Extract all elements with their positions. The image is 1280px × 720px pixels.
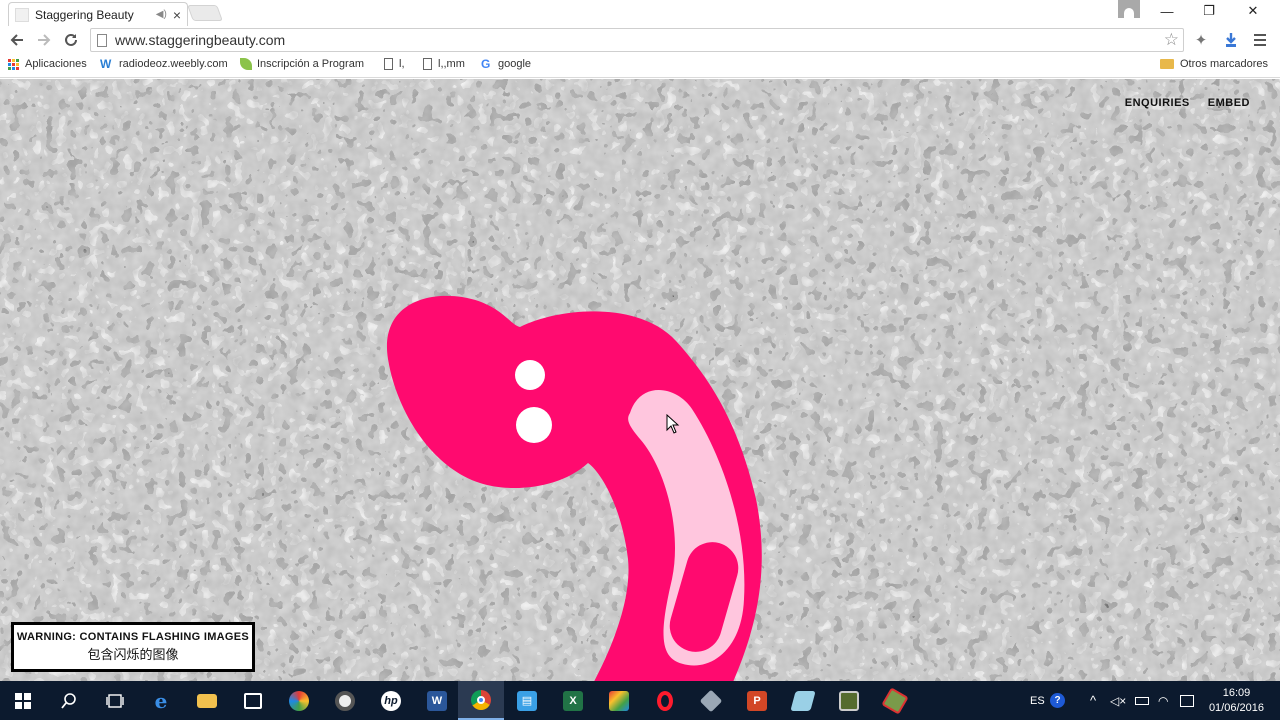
- reload-button[interactable]: [60, 29, 82, 51]
- hp-icon: hp: [381, 690, 401, 711]
- action-center-icon[interactable]: [1180, 681, 1194, 720]
- start-button[interactable]: [0, 681, 46, 720]
- worm-eye-upper: [515, 360, 545, 390]
- forward-arrow-icon: [38, 34, 51, 46]
- profile-icon[interactable]: [1118, 0, 1140, 18]
- taskbar-app-colorful[interactable]: [276, 681, 322, 720]
- clock-date: 01/06/2016: [1208, 702, 1264, 714]
- cube-icon: [699, 689, 723, 712]
- clock-time: 16:09: [1222, 687, 1251, 699]
- mouse-cursor-icon: [666, 414, 680, 434]
- colorful-app-icon: [289, 690, 309, 711]
- browser-toolbar: www.staggeringbeauty.com ☆ ✦: [0, 26, 1280, 54]
- outlook-icon: ▤: [517, 690, 537, 711]
- store-icon: [244, 692, 262, 709]
- edge-icon: e: [154, 688, 168, 713]
- folder-icon: [197, 693, 217, 708]
- url-text[interactable]: www.staggeringbeauty.com: [115, 32, 1164, 48]
- taskbar-game[interactable]: [872, 681, 918, 720]
- taskbar-store[interactable]: [230, 681, 276, 720]
- excel-icon: X: [563, 690, 583, 711]
- taskbar-word[interactable]: W: [414, 681, 460, 720]
- staggering-worm[interactable]: [0, 79, 1280, 681]
- powerpoint-icon: P: [747, 690, 767, 711]
- bookmark-star-icon[interactable]: ☆: [1164, 30, 1179, 50]
- taskbar-edge[interactable]: e: [138, 681, 184, 720]
- chrome-icon: [471, 689, 491, 710]
- task-view-icon: [106, 693, 124, 708]
- bookmark-lmm[interactable]: l,,mm: [423, 58, 465, 70]
- taskbar-opera[interactable]: [642, 681, 688, 720]
- photos-icon: [609, 690, 629, 711]
- folder-icon: [1160, 59, 1174, 69]
- leaf-icon: [240, 58, 252, 70]
- back-button[interactable]: [6, 29, 28, 51]
- search-icon: [61, 692, 76, 709]
- search-button[interactable]: [46, 681, 92, 720]
- wifi-icon[interactable]: ◠: [1158, 681, 1168, 720]
- document-icon: [423, 58, 432, 70]
- other-bookmarks-folder[interactable]: Otros marcadores: [1160, 58, 1268, 70]
- tray-expand-icon[interactable]: ^: [1090, 681, 1096, 720]
- system-clock[interactable]: 16:09 01/06/2016: [1209, 686, 1264, 716]
- new-tab-button[interactable]: [187, 5, 223, 21]
- document-icon: [384, 58, 393, 70]
- title-bar: Staggering Beauty ◀) × — ❐ ✕: [0, 0, 1280, 26]
- taskbar-excel[interactable]: X: [550, 681, 596, 720]
- download-extension-icon[interactable]: [1222, 31, 1240, 49]
- address-bar[interactable]: www.staggeringbeauty.com ☆: [90, 28, 1184, 52]
- back-arrow-icon: [10, 34, 23, 46]
- volume-icon[interactable]: ◁×: [1110, 681, 1126, 720]
- bookmarks-bar: Aplicaciones W radiodeoz.weebly.com Insc…: [0, 54, 1280, 78]
- language-indicator[interactable]: ES: [1030, 681, 1045, 720]
- help-icon[interactable]: ?: [1050, 681, 1065, 720]
- taskbar-terminal[interactable]: [826, 681, 872, 720]
- tab-title: Staggering Beauty: [35, 7, 134, 22]
- bookmark-google[interactable]: G google: [481, 58, 531, 70]
- taskbar-media[interactable]: [322, 681, 368, 720]
- taskbar-chrome[interactable]: [458, 681, 504, 720]
- windows-logo-icon: [15, 692, 31, 709]
- minimize-button[interactable]: —: [1146, 0, 1188, 22]
- bookmark-radiodeoz[interactable]: W radiodeoz.weebly.com: [100, 58, 228, 70]
- bookmark-aplicaciones[interactable]: Aplicaciones: [8, 58, 87, 70]
- taskbar-powerpoint[interactable]: P: [734, 681, 780, 720]
- notes-icon: [790, 690, 816, 711]
- taskbar-file-explorer[interactable]: [184, 681, 230, 720]
- menu-icon[interactable]: [1251, 31, 1269, 49]
- taskbar-notes[interactable]: [780, 681, 826, 720]
- tab-close-button[interactable]: ×: [173, 8, 181, 22]
- apps-grid-icon: [8, 58, 19, 70]
- tab-staggering-beauty[interactable]: Staggering Beauty ◀) ×: [8, 2, 188, 26]
- close-window-button[interactable]: ✕: [1232, 0, 1274, 22]
- bookmark-inscripcion[interactable]: Inscripción a Program: [240, 58, 364, 70]
- page-viewport: ENQUIRIES EMBED WARNING: CONTAINS FLASHI…: [0, 79, 1280, 681]
- task-view-button[interactable]: [92, 681, 138, 720]
- puzzle-extension-icon[interactable]: ✦: [1192, 31, 1210, 49]
- taskbar-outlook[interactable]: ▤: [504, 681, 550, 720]
- weebly-icon: W: [100, 57, 112, 71]
- media-player-icon: [335, 690, 355, 711]
- flashing-warning-box: WARNING: CONTAINS FLASHING IMAGES 包含闪烁的图…: [11, 622, 255, 672]
- page-icon: [97, 33, 107, 47]
- forward-button[interactable]: [33, 29, 55, 51]
- terminal-icon: [839, 690, 859, 711]
- speaker-icon[interactable]: ◀): [156, 9, 167, 20]
- taskbar-hp[interactable]: hp: [368, 681, 414, 720]
- battery-icon[interactable]: [1135, 681, 1149, 720]
- warning-text-zh: 包含闪烁的图像: [87, 647, 179, 662]
- reload-icon: [65, 33, 77, 46]
- favicon-icon: [15, 7, 29, 22]
- taskbar-3d[interactable]: [688, 681, 734, 720]
- google-icon: G: [481, 57, 491, 71]
- windows-taskbar: e hp W ▤ X P ES ? ^ ◁× ◠ 16:09 01/06/201…: [0, 681, 1280, 720]
- maximize-button[interactable]: ❐: [1188, 0, 1230, 22]
- taskbar-photos[interactable]: [596, 681, 642, 720]
- opera-icon: [657, 690, 673, 711]
- game-icon: [881, 686, 909, 715]
- bookmark-l[interactable]: l,: [384, 58, 405, 70]
- worm-eye-lower: [516, 407, 552, 443]
- warning-text-en: WARNING: CONTAINS FLASHING IMAGES: [16, 631, 250, 643]
- word-icon: W: [427, 690, 447, 711]
